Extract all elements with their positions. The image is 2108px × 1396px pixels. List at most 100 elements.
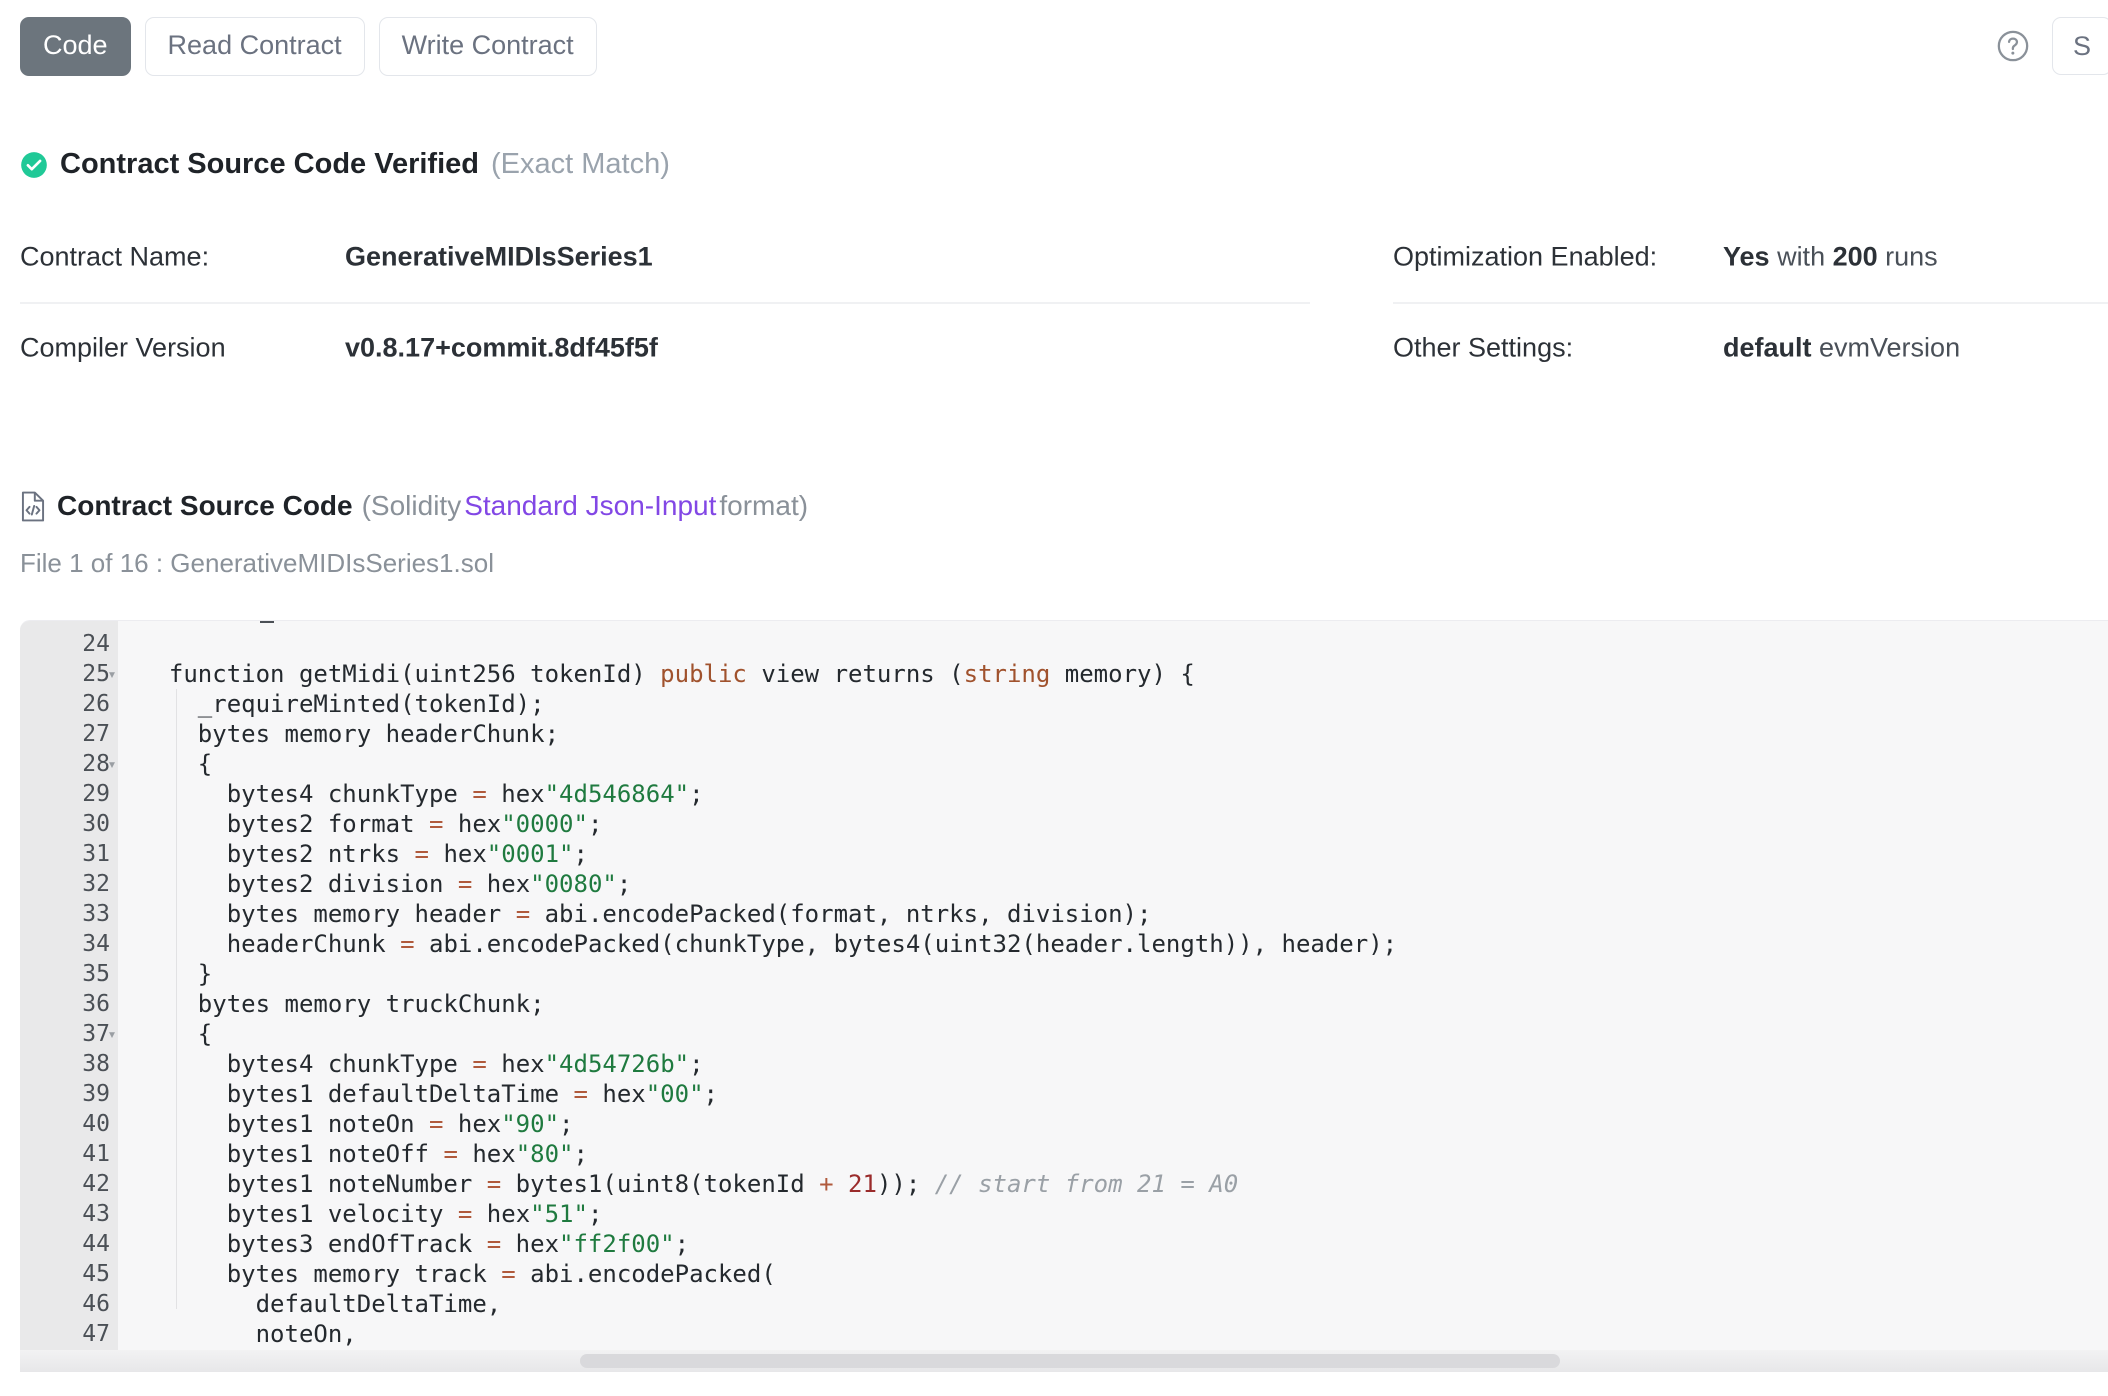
source-code-header: Contract Source Code (Solidity Standard … — [20, 490, 808, 522]
source-code-viewer[interactable]: 24 25 ▾ 26 27 28 ▾ 29 30 31 32 33 34 35 36 37 ▾ 38 39 40 41 4… — [20, 620, 2108, 1372]
tab-code[interactable]: Code — [20, 16, 131, 76]
code-token: "00" — [645, 1080, 704, 1108]
code-token: abi.encodePacked(chunkType, bytes4(uint3… — [414, 930, 1398, 958]
file-index-label: File 1 of 16 : GenerativeMIDIsSeries1.so… — [20, 548, 494, 578]
tab-write-contract[interactable]: Write Contract — [378, 16, 597, 76]
code-text-area[interactable]: function getMidi(uint256 tokenId) public… — [118, 621, 2108, 1372]
metadata-row-other-settings: Other Settings: default evmVersion — [1393, 302, 2108, 392]
code-token: "51" — [530, 1200, 588, 1228]
source-format-suffix: format) — [719, 490, 809, 521]
horizontal-scrollbar[interactable] — [20, 1350, 2108, 1372]
line-number: 32 — [82, 871, 110, 897]
line-number: 25 ▾ — [20, 659, 118, 689]
code-line: noteOn, — [118, 1319, 2108, 1349]
metadata-row-compiler-version: Compiler Version v0.8.17+commit.8df45f5f — [20, 302, 1310, 392]
code-token: "0000" — [501, 810, 588, 838]
verified-title: Contract Source Code Verified — [60, 148, 479, 180]
code-token: ; — [559, 1110, 574, 1138]
code-token: = — [428, 1110, 444, 1138]
code-line: bytes1 velocity = hex"51"; — [118, 1199, 2108, 1229]
code-token: hex — [443, 810, 502, 838]
code-token: hex — [472, 1200, 531, 1228]
line-number: 35 — [82, 961, 110, 987]
optimization-value: Yes with 200 runs — [1723, 242, 1938, 273]
other-settings-value: default evmVersion — [1723, 333, 1960, 364]
line-number: 24 — [82, 631, 110, 657]
contract-code-page: Code Read Contract Write Contract S Cont… — [0, 0, 2108, 1396]
code-scroll-region[interactable]: 24 25 ▾ 26 27 28 ▾ 29 30 31 32 33 34 35 36 37 ▾ 38 39 40 41 4… — [20, 621, 2108, 1372]
code-token: = — [486, 1170, 502, 1198]
line-number: 36 — [82, 991, 110, 1017]
code-token: bytes4 chunkType — [140, 1050, 473, 1078]
code-token: abi.encodePacked(format, ntrks, division… — [530, 900, 1152, 928]
code-token: bytes2 format — [140, 810, 429, 838]
code-token: = — [486, 1230, 502, 1258]
code-token: = — [515, 900, 531, 928]
code-token: bytes1 velocity — [140, 1200, 458, 1228]
code-token: memory) { — [1050, 660, 1195, 688]
code-token: "90" — [501, 1110, 560, 1138]
code-token: defaultDeltaTime, — [140, 1290, 502, 1318]
optimization-enabled-flag: Yes — [1723, 241, 1770, 272]
code-line: bytes1 noteOn = hex"90"; — [118, 1109, 2108, 1139]
code-token: ; — [674, 1230, 690, 1258]
code-token: bytes2 division — [140, 870, 458, 898]
line-number: 29 — [82, 781, 110, 807]
line-number: 41 — [82, 1141, 110, 1167]
tab-read-contract[interactable]: Read Contract — [144, 16, 365, 76]
code-token: ; — [587, 1200, 603, 1228]
code-token: "0080" — [530, 870, 617, 898]
file-code-icon — [20, 491, 46, 522]
code-token: bytes memory truckChunk; — [140, 990, 545, 1018]
code-token: )); — [876, 1170, 935, 1198]
code-line: { — [118, 749, 2108, 779]
code-line-list: function getMidi(uint256 tokenId) public… — [118, 629, 2108, 1349]
code-token: = — [400, 930, 415, 958]
indent-guide-line — [176, 689, 177, 1309]
tab-bar-actions: S — [1996, 0, 2108, 92]
line-number-gutter: 24 25 ▾ 26 27 28 ▾ 29 30 31 32 33 34 35 36 37 ▾ 38 39 40 41 4… — [20, 621, 118, 1372]
line-number: 38 — [82, 1051, 110, 1077]
line-number: 40 — [82, 1111, 110, 1137]
code-token: bytes memory headerChunk; — [140, 720, 560, 748]
line-number: 46 — [82, 1291, 110, 1317]
code-token: = — [428, 810, 444, 838]
search-button[interactable]: S — [2051, 17, 2108, 75]
search-button-label: S — [2072, 30, 2091, 61]
code-token: bytes1 noteNumber — [140, 1170, 487, 1198]
optimization-runs: 200 — [1832, 241, 1878, 272]
source-code-title: Contract Source Code — [57, 490, 353, 521]
optimization-tail-text: runs — [1877, 241, 1938, 272]
code-token: 21 — [848, 1170, 877, 1198]
contract-name-value: GenerativeMIDIsSeries1 — [345, 242, 653, 273]
line-number: 31 — [82, 841, 110, 867]
metadata-row-contract-name: Contract Name: GenerativeMIDIsSeries1 — [20, 212, 1310, 302]
line-number: 44 — [82, 1231, 110, 1257]
code-token: noteOn, — [140, 1320, 357, 1348]
code-token: bytes1 noteOff — [140, 1140, 444, 1168]
code-token: abi.encodePacked( — [515, 1260, 776, 1288]
line-number: 47 — [82, 1321, 110, 1347]
horizontal-scrollbar-thumb[interactable] — [580, 1354, 1560, 1368]
code-line: { — [118, 1019, 2108, 1049]
standard-json-input-link[interactable]: Standard Json-Input — [464, 490, 716, 522]
contract-name-label: Contract Name: — [20, 241, 210, 272]
question-circle-icon[interactable] — [1996, 29, 2030, 63]
code-token: = — [457, 870, 473, 898]
verified-subtitle: (Exact Match) — [491, 148, 670, 180]
code-line: bytes4 chunkType = hex"4d54726b"; — [118, 1049, 2108, 1079]
line-number: 30 — [82, 811, 110, 837]
code-line: bytes1 defaultDeltaTime = hex"00"; — [118, 1079, 2108, 1109]
code-token: hex — [457, 1140, 516, 1168]
code-token: = — [414, 840, 429, 868]
line-number: 37 ▾ — [20, 1019, 118, 1049]
line-number-list: 24 25 ▾ 26 27 28 ▾ 29 30 31 32 33 34 35 36 37 ▾ 38 39 40 41 4… — [20, 621, 118, 1349]
code-line: } — [118, 959, 2108, 989]
source-format-prefix: (Solidity — [361, 490, 462, 521]
code-token: bytes1 defaultDeltaTime — [140, 1080, 574, 1108]
code-token: hex — [429, 840, 487, 868]
verified-banner: Contract Source Code Verified (Exact Mat… — [20, 148, 670, 181]
other-settings-default: default — [1723, 332, 1812, 363]
code-token: bytes4 chunkType — [140, 780, 473, 808]
